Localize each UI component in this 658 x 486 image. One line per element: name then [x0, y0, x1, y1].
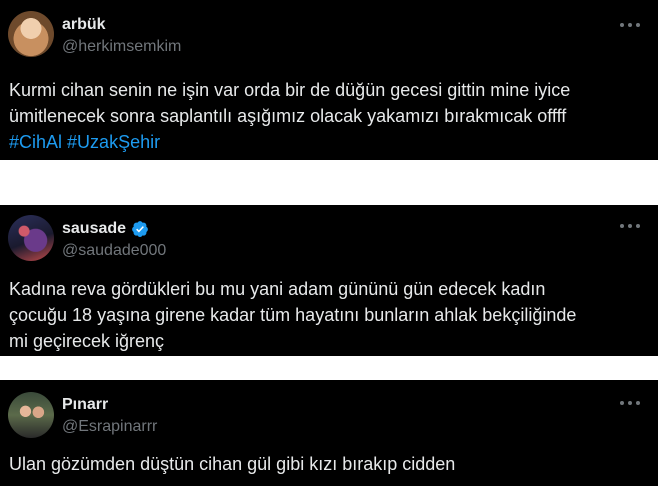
- name-row: arbük: [62, 15, 181, 35]
- tweet-text: Kadına reva gördükleri bu mu yani adam g…: [9, 276, 648, 354]
- tweet-text-line: Kadına reva gördükleri bu mu yani adam g…: [9, 279, 546, 299]
- tweet-header: Pınarr @Esrapinarrr: [62, 395, 157, 436]
- tweet-text-line: ümitlenecek sonra saplantılı aşığımız ol…: [9, 106, 567, 126]
- tweet-text: Ulan gözümden düştün cihan gül gibi kızı…: [9, 451, 648, 477]
- display-name[interactable]: sausade: [62, 220, 126, 238]
- tweet-text-line: mi geçirecek iğrenç: [9, 331, 165, 351]
- verified-badge-icon: [132, 221, 148, 238]
- user-handle[interactable]: @saudade000: [62, 242, 166, 260]
- display-name[interactable]: arbük: [62, 16, 106, 34]
- tweet-header: arbük @herkimsemkim: [62, 15, 181, 56]
- tweet-card[interactable]: arbük @herkimsemkim Kurmi cihan senin ne…: [0, 0, 658, 160]
- tweet-text-line: çocuğu 18 yaşına girene kadar tüm hayatı…: [9, 305, 577, 325]
- tweet-text-line: Ulan gözümden düştün cihan gül gibi kızı…: [9, 454, 456, 474]
- more-options-icon[interactable]: [620, 18, 640, 32]
- tweet-card[interactable]: sausade @saudade000 Kadına reva gördükle…: [0, 205, 658, 356]
- hashtag-link[interactable]: #CihAl: [9, 132, 62, 152]
- user-handle[interactable]: @Esrapinarrr: [62, 418, 157, 436]
- more-options-icon[interactable]: [620, 396, 640, 410]
- tweet-card[interactable]: Pınarr @Esrapinarrr Ulan gözümden düştün…: [0, 380, 658, 486]
- avatar[interactable]: [8, 215, 54, 261]
- user-handle[interactable]: @herkimsemkim: [62, 38, 181, 56]
- more-options-icon[interactable]: [620, 219, 640, 233]
- display-name[interactable]: Pınarr: [62, 396, 108, 414]
- hashtag-line: #CihAl #UzakŞehir: [9, 129, 648, 155]
- avatar[interactable]: [8, 392, 54, 438]
- tweet-header: sausade @saudade000: [62, 219, 166, 260]
- tweet-text: Kurmi cihan senin ne işin var orda bir d…: [9, 77, 648, 155]
- screenshot-page: arbük @herkimsemkim Kurmi cihan senin ne…: [0, 0, 658, 486]
- avatar[interactable]: [8, 11, 54, 57]
- name-row: sausade: [62, 219, 166, 239]
- tweet-text-line: Kurmi cihan senin ne işin var orda bir d…: [9, 80, 571, 100]
- name-row: Pınarr: [62, 395, 157, 415]
- hashtag-link[interactable]: #UzakŞehir: [67, 132, 160, 152]
